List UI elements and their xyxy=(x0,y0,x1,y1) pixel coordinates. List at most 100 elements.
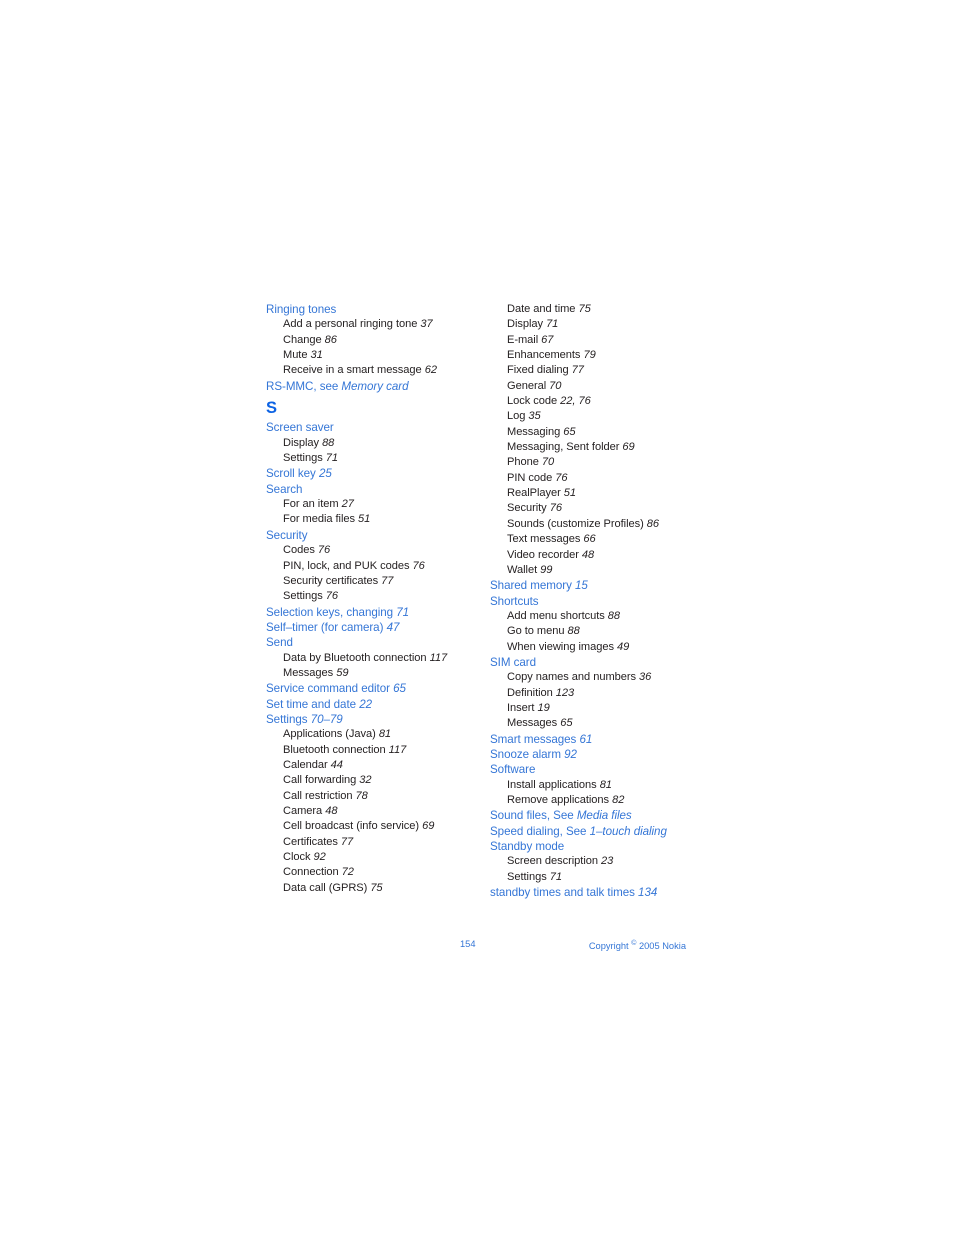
entry-page-number: 75 xyxy=(578,303,591,315)
index-subentry[interactable]: Lock code 22, 76 xyxy=(490,394,700,409)
index-subentry[interactable]: Cell broadcast (info service) 69 xyxy=(266,819,472,834)
entry-label: Settings xyxy=(507,870,550,883)
index-subentry[interactable]: Messages 65 xyxy=(490,716,700,731)
index-subentry[interactable]: General 70 xyxy=(490,379,700,394)
index-entry[interactable]: Selection keys, changing 71 xyxy=(266,605,472,620)
index-subentry[interactable]: Certificates 77 xyxy=(266,835,472,850)
entry-page-number: 123 xyxy=(555,686,575,699)
index-subentry[interactable]: For media files 51 xyxy=(266,512,472,527)
index-subentry[interactable]: Connection 72 xyxy=(266,865,472,880)
index-subentry[interactable]: Wallet 99 xyxy=(490,563,700,578)
index-entry[interactable]: Search xyxy=(266,482,472,497)
index-subentry[interactable]: Security certificates 77 xyxy=(266,574,472,589)
index-subentry[interactable]: RealPlayer 51 xyxy=(490,486,700,501)
index-entry[interactable]: Service command editor 65 xyxy=(266,681,472,696)
entry-label: Messages xyxy=(283,666,337,679)
entry-page-number: 66 xyxy=(583,533,596,546)
index-subentry[interactable]: PIN code 76 xyxy=(490,471,700,486)
index-subentry[interactable]: Camera 48 xyxy=(266,804,472,819)
index-subentry[interactable]: Settings 71 xyxy=(266,451,472,466)
index-subentry[interactable]: Fixed dialing 77 xyxy=(490,363,700,378)
index-subentry[interactable]: Call forwarding 32 xyxy=(266,773,472,788)
index-entry[interactable]: Speed dialing, See 1–touch dialing xyxy=(490,824,700,839)
index-subentry[interactable]: Text messages 66 xyxy=(490,532,700,547)
index-subentry[interactable]: Date and time 75 xyxy=(490,302,700,317)
entry-label: Lock code xyxy=(507,395,561,408)
entry-page-number: 88 xyxy=(607,609,621,622)
index-subentry[interactable]: Receive in a smart message 62 xyxy=(266,363,472,378)
index-entry[interactable]: Sound files, See Media files xyxy=(490,808,700,823)
index-entry[interactable]: Settings 70–79 xyxy=(266,712,472,727)
index-subentry[interactable]: Messaging, Sent folder 69 xyxy=(490,440,700,455)
index-subentry[interactable]: Phone 70 xyxy=(490,455,700,470)
entry-label: RS-MMC, see xyxy=(266,379,342,393)
index-subentry[interactable]: Applications (Java) 81 xyxy=(266,727,472,742)
index-subentry[interactable]: When viewing images 49 xyxy=(490,640,700,655)
index-subentry[interactable]: Clock 92 xyxy=(266,850,472,865)
index-subentry[interactable]: Mute 31 xyxy=(266,348,472,363)
index-subentry[interactable]: Bluetooth connection 117 xyxy=(266,743,472,758)
index-entry[interactable]: Screen saver xyxy=(266,420,472,435)
index-subentry[interactable]: Video recorder 48 xyxy=(490,548,700,563)
index-entry[interactable]: Smart messages 61 xyxy=(490,732,700,747)
index-entry[interactable]: Software xyxy=(490,762,700,777)
index-subentry[interactable]: E-mail 67 xyxy=(490,333,700,348)
index-subentry[interactable]: Log 35 xyxy=(490,409,700,424)
index-entry[interactable]: Self–timer (for camera) 47 xyxy=(266,620,472,635)
index-entry[interactable]: Shared memory 15 xyxy=(490,578,700,593)
entry-label: Receive in a smart message xyxy=(283,364,425,377)
index-subentry[interactable]: Display 71 xyxy=(490,317,700,332)
index-subentry[interactable]: Copy names and numbers 36 xyxy=(490,670,700,685)
index-subentry[interactable]: Data call (GPRS) 75 xyxy=(266,881,472,896)
entry-label: E-mail xyxy=(507,333,542,346)
index-subentry[interactable]: Messaging 65 xyxy=(490,425,700,440)
index-subentry[interactable]: Call restriction 78 xyxy=(266,789,472,804)
index-subentry[interactable]: Settings 71 xyxy=(490,870,700,885)
index-entry[interactable]: Ringing tones xyxy=(266,302,472,317)
entry-label: Smart messages xyxy=(490,732,580,746)
index-subentry[interactable]: Install applications 81 xyxy=(490,778,700,793)
index-subentry[interactable]: Add menu shortcuts 88 xyxy=(490,609,700,624)
index-subentry[interactable]: Data by Bluetooth connection 117 xyxy=(266,651,472,666)
index-subentry[interactable]: Change 86 xyxy=(266,333,472,348)
entry-label: Sound files, See xyxy=(490,809,577,823)
index-subentry[interactable]: Calendar 44 xyxy=(266,758,472,773)
index-subentry[interactable]: Add a personal ringing tone 37 xyxy=(266,317,472,332)
entry-label: Ringing tones xyxy=(266,303,337,316)
index-subentry[interactable]: Sounds (customize Profiles) 86 xyxy=(490,517,700,532)
entry-label: Bluetooth connection xyxy=(283,743,389,756)
index-entry[interactable]: Standby mode xyxy=(490,839,700,854)
entry-page-number: 88 xyxy=(322,436,335,449)
index-entry[interactable]: Scroll key 25 xyxy=(266,466,472,481)
entry-label: Set time and date xyxy=(266,697,360,711)
index-entry[interactable]: Snooze alarm 92 xyxy=(490,747,700,762)
index-entry[interactable]: Send xyxy=(266,635,472,650)
index-entry[interactable]: Set time and date 22 xyxy=(266,697,472,712)
index-subentry[interactable]: Definition 123 xyxy=(490,686,700,701)
index-subentry[interactable]: Enhancements 79 xyxy=(490,348,700,363)
index-subentry[interactable]: Settings 76 xyxy=(266,589,472,604)
entry-label: SIM card xyxy=(490,655,536,669)
entry-page-number: 86 xyxy=(324,333,337,346)
index-entry[interactable]: Shortcuts xyxy=(490,594,700,609)
index-entry[interactable]: standby times and talk times 134 xyxy=(490,885,700,900)
entry-page-number: 77 xyxy=(571,364,584,377)
index-entry[interactable]: RS-MMC, see Memory card xyxy=(266,379,472,394)
index-subentry[interactable]: Display 88 xyxy=(266,436,472,451)
entry-label: General xyxy=(507,379,550,392)
index-subentry[interactable]: Security 76 xyxy=(490,501,700,516)
index-subentry[interactable]: PIN, lock, and PUK codes 76 xyxy=(266,559,472,574)
index-column-left: Ringing tones Add a personal ringing tone… xyxy=(266,302,472,896)
index-subentry[interactable]: Go to menu 88 xyxy=(490,624,700,639)
entry-page-number: 76 xyxy=(412,559,425,572)
index-subentry[interactable]: Remove applications 82 xyxy=(490,793,700,808)
index-entry[interactable]: SIM card xyxy=(490,655,700,670)
index-subentry[interactable]: Codes 76 xyxy=(266,543,472,558)
index-subentry[interactable]: Screen description 23 xyxy=(490,854,700,869)
index-subentry[interactable]: Insert 19 xyxy=(490,701,700,716)
entry-page-number: 65 xyxy=(393,682,406,696)
index-subentry[interactable]: Messages 59 xyxy=(266,666,472,681)
entry-label: Screen description xyxy=(507,855,602,868)
index-subentry[interactable]: For an item 27 xyxy=(266,497,472,512)
index-entry[interactable]: Security xyxy=(266,528,472,543)
